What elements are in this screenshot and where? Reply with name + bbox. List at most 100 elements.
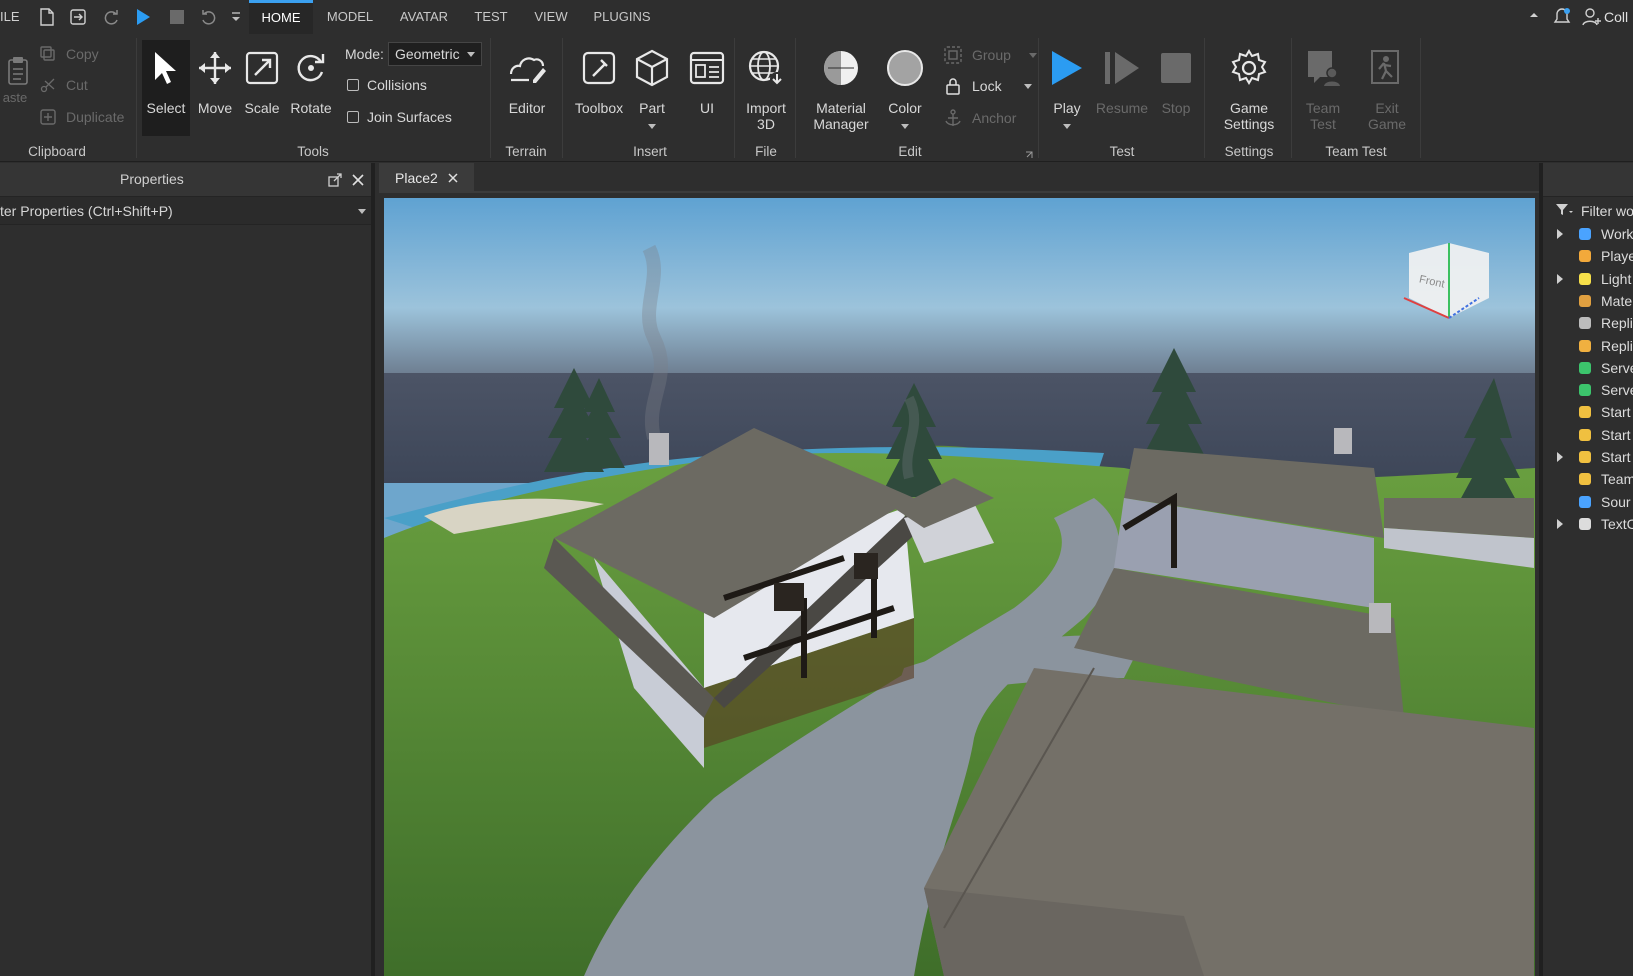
explorer-item-label: Repli	[1601, 337, 1633, 354]
undock-icon[interactable]	[328, 173, 342, 192]
close-icon[interactable]	[352, 173, 364, 191]
play-button[interactable]: Play	[1044, 46, 1090, 132]
game-settings-button[interactable]: Game Settings	[1214, 46, 1284, 132]
redo-icon[interactable]	[100, 6, 122, 28]
group-chevron-down-icon[interactable]	[1028, 52, 1037, 58]
explorer-item[interactable]: Start	[1543, 401, 1633, 423]
quick-stop-icon[interactable]	[166, 6, 188, 28]
file-menu[interactable]: ILE	[0, 9, 20, 24]
exit-game-button[interactable]: Exit Game	[1362, 46, 1412, 132]
collaborate-label[interactable]: Coll	[1604, 9, 1628, 25]
rotate-tool-button[interactable]: Rotate	[288, 46, 334, 116]
separator	[1204, 38, 1205, 158]
group-button[interactable]: Group	[944, 46, 1037, 64]
import-3d-button[interactable]: Import 3D	[738, 46, 794, 132]
explorer-item[interactable]: Repli	[1543, 335, 1633, 357]
new-file-icon[interactable]	[36, 6, 58, 28]
explorer-item[interactable]: Serve	[1543, 357, 1633, 379]
move-tool-button[interactable]: Move	[193, 46, 237, 116]
collaborate-icon[interactable]	[1582, 8, 1602, 29]
paste-button[interactable]: aste	[0, 52, 30, 105]
filter-icon[interactable]	[1555, 203, 1573, 217]
explorer-item[interactable]: Sour	[1543, 491, 1633, 513]
tab-view[interactable]: VIEW	[525, 0, 577, 34]
material-manager-button[interactable]: Material Manager	[806, 46, 876, 132]
tab-underline	[379, 191, 1539, 193]
quick-play-icon[interactable]	[132, 6, 154, 28]
anchor-label: Anchor	[972, 110, 1017, 126]
play-label: Play	[1053, 100, 1081, 116]
explorer-item[interactable]: Repli	[1543, 312, 1633, 334]
explorer-item[interactable]: Playe	[1543, 245, 1633, 267]
explorer-filter-input[interactable]: Filter wo	[1543, 197, 1633, 223]
play-dropdown-chevron-icon[interactable]	[1063, 124, 1071, 129]
explorer-item[interactable]: Start	[1543, 424, 1633, 446]
expand-arrow-icon[interactable]	[1557, 518, 1563, 529]
part-button[interactable]: Part	[630, 46, 674, 132]
expand-arrow-icon[interactable]	[1557, 452, 1563, 462]
3d-viewport[interactable]: Front	[384, 198, 1535, 976]
color-dropdown-chevron-icon[interactable]	[901, 124, 909, 129]
explorer-item[interactable]: Mate	[1543, 290, 1633, 312]
part-dropdown-chevron-icon[interactable]	[648, 124, 656, 129]
anchor-button[interactable]: Anchor	[944, 109, 1016, 127]
material-label-line2: Manager	[813, 116, 869, 132]
copy-button[interactable]: Copy	[40, 46, 99, 62]
import-label-line1: Import	[746, 100, 786, 116]
toolbox-button[interactable]: Toolbox	[570, 46, 628, 116]
explorer-item[interactable]: Light	[1543, 268, 1633, 290]
team-test-button[interactable]: Team Test	[1298, 46, 1348, 132]
filter-chevron-down-icon[interactable]	[358, 209, 366, 214]
cut-button[interactable]: Cut	[40, 77, 88, 93]
close-tab-icon[interactable]	[448, 170, 458, 186]
scale-tool-button[interactable]: Scale	[240, 46, 284, 116]
place2-tab-label: Place2	[395, 170, 438, 186]
expand-arrow-icon[interactable]	[1557, 229, 1563, 239]
rotate-label: Rotate	[290, 100, 332, 116]
tab-avatar[interactable]: AVATAR	[390, 0, 458, 34]
terrain-editor-button[interactable]: Editor	[500, 46, 554, 116]
properties-filter-input[interactable]: ter Properties (Ctrl+Shift+P)	[0, 197, 371, 225]
explorer-item[interactable]: Work	[1543, 223, 1633, 245]
explorer-item[interactable]: Team	[1543, 468, 1633, 490]
tab-home[interactable]: HOME	[249, 0, 313, 34]
notifications-icon[interactable]	[1553, 7, 1571, 30]
move-arrows-icon	[193, 46, 237, 90]
copy-label: Copy	[66, 46, 99, 62]
lock-chevron-down-icon[interactable]	[1023, 83, 1032, 89]
explorer-item-label: Team	[1601, 471, 1633, 488]
collisions-check-box[interactable]	[347, 79, 359, 91]
duplicate-button[interactable]: Duplicate	[40, 109, 124, 125]
part-cube-icon	[630, 46, 674, 90]
explorer-item[interactable]: Start	[1543, 446, 1633, 468]
ui-button[interactable]: UI	[685, 46, 729, 116]
anchor-icon	[945, 109, 961, 126]
tab-place2[interactable]: Place2	[379, 163, 474, 193]
color-button[interactable]: Color	[882, 46, 928, 132]
explorer-item[interactable]: Serve	[1543, 379, 1633, 401]
lock-button[interactable]: Lock	[944, 77, 1032, 95]
explorer-item[interactable]: TextC	[1543, 513, 1633, 535]
stop-button[interactable]: Stop	[1154, 46, 1198, 116]
collisions-checkbox[interactable]: Collisions	[347, 77, 427, 93]
collapse-ribbon-icon[interactable]	[1528, 9, 1540, 24]
mode-dropdown[interactable]: Geometric	[388, 42, 482, 66]
select-tool-button[interactable]: Select	[142, 40, 190, 136]
join-surfaces-check-box[interactable]	[347, 111, 359, 123]
undo-icon[interactable]	[198, 6, 220, 28]
publish-icon[interactable]	[67, 6, 89, 28]
join-surfaces-checkbox[interactable]: Join Surfaces	[347, 109, 452, 125]
customize-quick-access-icon[interactable]	[225, 6, 247, 28]
replicated-first-icon	[1577, 315, 1593, 331]
collisions-label: Collisions	[367, 77, 427, 93]
edit-settings-corner-icon[interactable]	[1025, 146, 1033, 164]
tab-test[interactable]: TEST	[463, 0, 519, 34]
menu-bar: ILE HOME MODEL AVATAR TEST VIEW PLUGINS …	[0, 0, 1633, 34]
teams-icon	[1577, 471, 1593, 487]
resume-button[interactable]: Resume	[1095, 46, 1149, 116]
tab-plugins[interactable]: PLUGINS	[586, 0, 658, 34]
separator	[490, 38, 491, 158]
tab-model[interactable]: MODEL	[316, 0, 384, 34]
sound-service-icon	[1577, 494, 1593, 510]
expand-arrow-icon[interactable]	[1557, 273, 1563, 284]
